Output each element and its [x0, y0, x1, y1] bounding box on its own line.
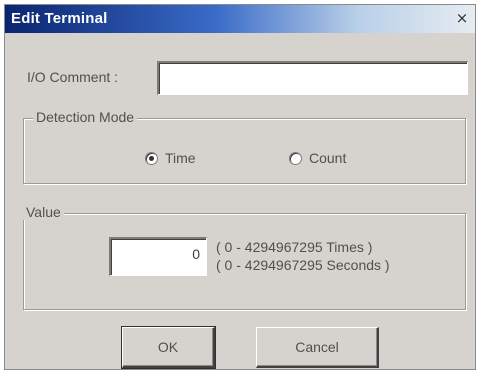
range-times: ( 0 - 4294967295 Times ): [216, 239, 373, 255]
value-caption: Value: [23, 204, 64, 220]
detection-mode-group: [23, 118, 466, 184]
ok-button[interactable]: OK: [121, 326, 216, 369]
title-bar[interactable]: Edit Terminal ×: [5, 5, 475, 33]
radio-selected-dot-icon: [149, 155, 154, 161]
radio-count-label: Count: [309, 150, 347, 166]
edit-terminal-dialog: Edit Terminal × I/O Comment : Detection …: [4, 4, 476, 370]
range-seconds: ( 0 - 4294967295 Seconds ): [216, 257, 390, 273]
window-title: Edit Terminal: [11, 10, 108, 27]
close-icon[interactable]: ×: [453, 10, 471, 27]
io-comment-label: I/O Comment :: [27, 69, 119, 85]
radio-button-icon[interactable]: [289, 151, 302, 165]
value-input[interactable]: 0: [109, 237, 207, 276]
radio-time-label: Time: [165, 150, 196, 166]
radio-count[interactable]: Count: [289, 150, 346, 166]
value-range-text: ( 0 - 4294967295 Times ) ( 0 - 429496729…: [216, 238, 390, 274]
detection-mode-caption: Detection Mode: [33, 109, 138, 125]
cancel-button[interactable]: Cancel: [256, 327, 379, 368]
radio-time[interactable]: Time: [145, 150, 196, 166]
radio-button-icon[interactable]: [145, 151, 158, 165]
io-comment-input[interactable]: [157, 61, 468, 95]
